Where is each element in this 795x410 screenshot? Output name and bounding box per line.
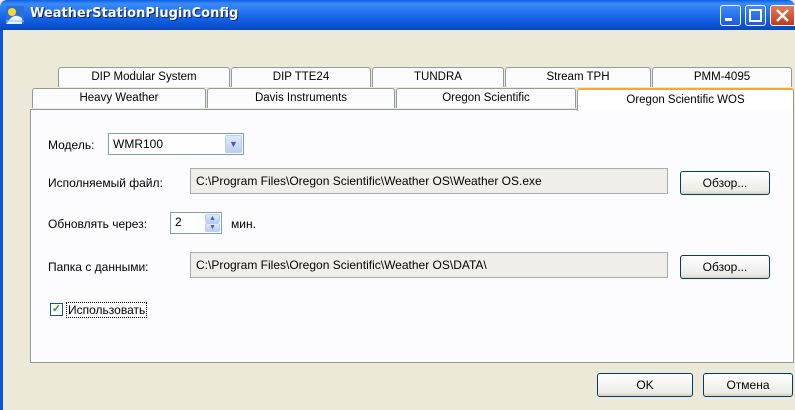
update-interval-stepper[interactable]: 2 ▲ ▼ xyxy=(170,212,222,234)
model-value: WMR100 xyxy=(113,137,164,151)
checkmark-icon: ✓ xyxy=(51,303,62,315)
tab-stream-tph[interactable]: Stream TPH xyxy=(505,67,651,87)
spin-down-icon[interactable]: ▼ xyxy=(205,223,220,232)
tab-pmm-4095[interactable]: PMM-4095 xyxy=(652,67,792,87)
model-select[interactable]: WMR100 ▼ xyxy=(108,133,244,155)
browse-exe-button[interactable]: Обзор... xyxy=(680,171,770,195)
exe-path-field[interactable]: C:\Program Files\Oregon Scientific\Weath… xyxy=(190,168,668,194)
close-icon xyxy=(776,9,789,22)
tab-dip-modular-system[interactable]: DIP Modular System xyxy=(58,67,230,87)
window-title: WeatherStationPluginConfig xyxy=(30,6,239,21)
ok-button[interactable]: OK xyxy=(597,373,693,397)
maximize-button[interactable] xyxy=(745,5,766,26)
update-label: Обновлять через: xyxy=(48,217,148,231)
data-folder-field[interactable]: C:\Program Files\Oregon Scientific\Weath… xyxy=(190,252,668,278)
browse-data-button[interactable]: Обзор... xyxy=(680,255,770,279)
maximize-icon xyxy=(749,9,762,22)
tab-tundra[interactable]: TUNDRA xyxy=(372,67,504,87)
update-interval-value: 2 xyxy=(175,215,182,229)
use-checkbox-label[interactable]: Использовать xyxy=(66,302,148,318)
update-unit-label: мин. xyxy=(231,217,256,231)
tab-davis-instruments[interactable]: Davis Instruments xyxy=(207,88,395,108)
cancel-button[interactable]: Отмена xyxy=(703,373,793,397)
tab-oregon-scientific-wos[interactable]: Oregon Scientific WOS xyxy=(577,88,794,111)
use-checkbox[interactable]: ✓ xyxy=(50,303,63,316)
close-button[interactable] xyxy=(770,5,795,26)
model-label: Модель: xyxy=(48,138,95,152)
tab-dip-tte24[interactable]: DIP TTE24 xyxy=(231,67,371,87)
minimize-button[interactable] xyxy=(720,5,741,26)
exe-label: Исполняемый файл: xyxy=(48,176,163,190)
chevron-down-icon[interactable]: ▼ xyxy=(225,135,242,153)
tab-oregon-scientific[interactable]: Oregon Scientific xyxy=(396,88,576,108)
tab-heavy-weather[interactable]: Heavy Weather xyxy=(32,88,206,108)
minimize-icon xyxy=(725,18,732,21)
data-folder-label: Папка с данными: xyxy=(48,260,149,274)
spin-up-icon[interactable]: ▲ xyxy=(205,214,220,223)
title-bar[interactable]: WeatherStationPluginConfig xyxy=(0,0,795,30)
app-icon xyxy=(6,6,24,24)
